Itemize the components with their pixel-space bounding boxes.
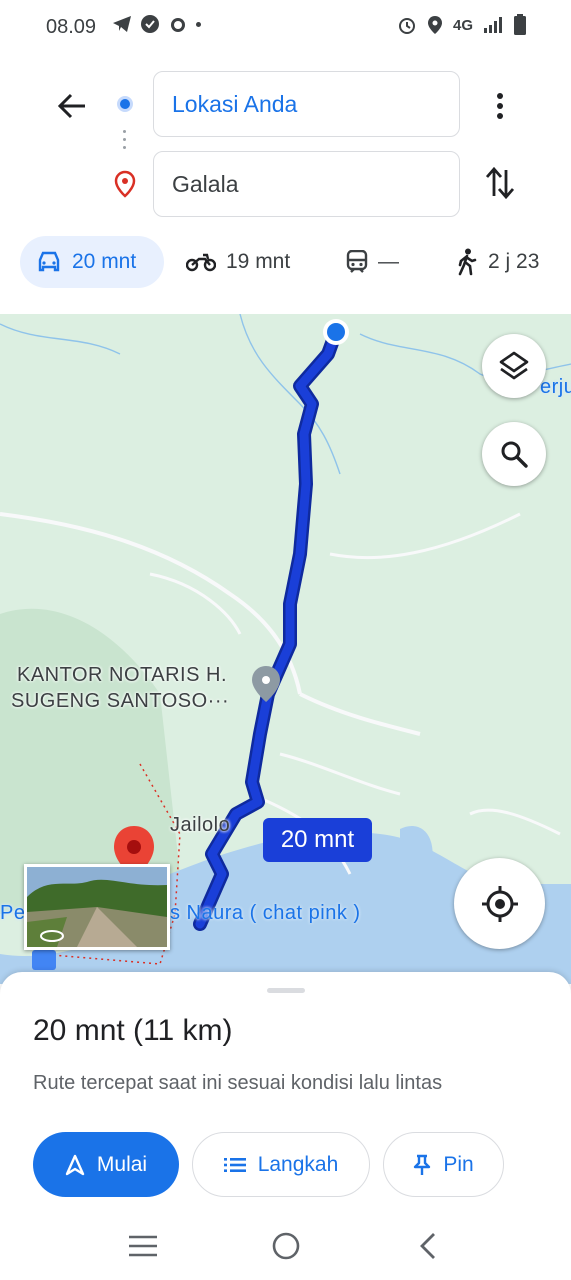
list-icon [223,1157,246,1172]
back-button[interactable] [52,86,92,126]
travel-mode-bar: 20 mnt 19 mnt — 2 j 23 [0,236,571,288]
pin-icon [414,1154,431,1175]
directions-header: Lokasi Anda Galala 20 mnt 19 mnt — 2 j 2… [0,56,571,314]
mode-car[interactable]: 20 mnt [20,236,164,288]
route-summary-sheet: 20 mnt (11 km) Rute tercepat saat ini se… [0,972,571,1222]
my-location-icon [481,885,518,922]
steps-button-label: Langkah [257,1152,339,1176]
swap-button[interactable] [481,162,519,204]
town-label: Jailolo [170,814,231,836]
system-icons: 4G [397,14,527,36]
destination-pin-icon [114,170,136,198]
dot-icon [196,21,201,27]
battery-icon [514,14,526,35]
back-chevron-icon [420,1233,435,1259]
car-icon [38,251,60,272]
system-nav-bar [0,1222,571,1280]
route-time-bubble[interactable]: 20 mnt [263,818,372,862]
more-vert-icon [497,93,503,119]
more-options-button[interactable] [486,86,514,126]
status-time: 08.09 [46,16,97,38]
pin-button[interactable]: Pin [383,1132,504,1197]
telegram-icon [113,16,131,32]
start-button[interactable]: Mulai [33,1132,179,1197]
alarm-icon [398,18,415,34]
sheet-drag-handle[interactable] [267,988,305,993]
start-button-label: Mulai [96,1152,148,1176]
destination-field[interactable]: Galala [153,151,460,217]
mode-walk[interactable]: 2 j 23 [456,236,539,288]
alarm-small-icon [171,18,185,32]
menu-icon [129,1235,157,1257]
network-type: 4G [452,16,473,34]
back-arrow-icon [57,93,85,119]
map-view[interactable]: KANTOR NOTARIS H. SUGENG SANTOSO··· Jail… [0,314,571,984]
layers-button[interactable] [482,334,546,398]
my-location-button[interactable] [454,858,545,949]
origin-dot-icon [117,96,133,112]
status-bar: 08.09 4G [0,0,571,56]
home-circle-icon [272,1232,300,1260]
steps-button[interactable]: Langkah [192,1132,370,1197]
walk-icon [458,248,477,276]
route-dots [123,130,126,149]
signal-icon [484,17,502,33]
transit-icon [346,250,368,273]
navigation-icon [65,1154,85,1175]
layers-icon [499,351,529,380]
mode-motorcycle[interactable]: 19 mnt [186,236,290,288]
motorcycle-icon [186,253,216,272]
pin-button-label: Pin [443,1152,474,1176]
swap-icon [485,166,515,200]
route-summary: 20 mnt (11 km) [33,1014,233,1047]
home-button[interactable] [266,1228,306,1264]
mode-motorcycle-label: 19 mnt [226,250,291,273]
mode-car-label: 20 mnt [72,250,137,273]
street-view-thumbnail[interactable] [24,864,170,950]
origin-field[interactable]: Lokasi Anda [153,71,460,137]
mode-walk-label: 2 j 23 [488,250,540,273]
search-map-button[interactable] [482,422,546,486]
recent-apps-button[interactable] [123,1228,163,1264]
notary-label-line1[interactable]: KANTOR NOTARIS H. [17,664,227,687]
mode-transit-label: — [378,250,399,273]
mode-transit[interactable]: — [346,236,399,288]
location-icon [427,16,442,34]
notary-label-line2[interactable]: SUGENG SANTOSO··· [11,690,229,713]
system-back-button[interactable] [408,1228,448,1264]
rotate-360-icon [40,930,64,942]
app-icon [141,15,159,33]
notification-icons [112,14,201,34]
search-icon [501,441,528,468]
route-subtitle: Rute tercepat saat ini sesuai kondisi la… [33,1072,443,1094]
poi-label-shop[interactable]: s Naura ( chat pink ) [170,902,361,925]
poi-label-edge[interactable]: erju [540,376,571,399]
